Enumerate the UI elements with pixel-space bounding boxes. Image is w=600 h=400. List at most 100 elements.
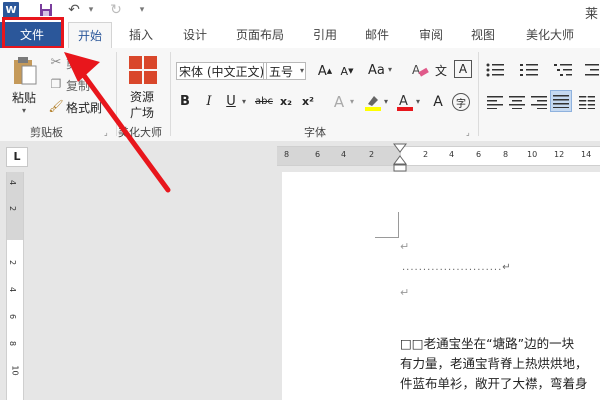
ruler-tick: 2	[369, 150, 375, 159]
tab-insert[interactable]: 插入	[126, 22, 156, 48]
superscript-button[interactable]: x²	[300, 92, 316, 112]
beautify-group-label: 美化大师	[118, 126, 162, 139]
ruler-tick: 2	[8, 205, 18, 212]
tab-selector-button[interactable]: L	[6, 147, 28, 167]
font-color-icon[interactable]: A	[396, 92, 414, 112]
copy-icon[interactable]: ❐	[48, 76, 64, 92]
align-center-icon[interactable]	[506, 92, 528, 112]
text-effects-dropdown-icon[interactable]: ▾	[348, 92, 356, 112]
tab-mailings[interactable]: 邮件	[362, 22, 392, 48]
font-name-select[interactable]: 宋体 (中文正文)	[176, 62, 264, 80]
clipboard-launcher-icon[interactable]: ⌟	[104, 128, 108, 137]
font-size-dropdown-icon[interactable]: ▾	[296, 62, 308, 80]
ruler-tick: 6	[476, 150, 482, 159]
ruler-tick: 10	[10, 365, 20, 376]
tab-page-layout[interactable]: 页面布局	[232, 22, 288, 48]
paste-dropdown-icon[interactable]: ▾	[22, 106, 26, 115]
bold-button[interactable]: B	[178, 92, 192, 112]
ruler-tick: 8	[503, 150, 509, 159]
body-text-line[interactable]: 件蓝布单衫，敞开了大襟，弯着身	[400, 373, 588, 392]
svg-text:A: A	[399, 94, 408, 109]
tab-review[interactable]: 审阅	[416, 22, 446, 48]
indent-marker-icon[interactable]	[393, 143, 407, 173]
clear-format-icon[interactable]: A	[410, 60, 430, 80]
undo-icon[interactable]: ↶	[66, 2, 82, 18]
cut-icon[interactable]: ✂	[48, 54, 64, 70]
tab-view[interactable]: 视图	[468, 22, 498, 48]
change-case-dropdown-icon[interactable]: ▾	[388, 65, 392, 74]
format-painter-button[interactable]: 格式刷	[66, 99, 102, 116]
copy-button[interactable]: 复制	[66, 77, 90, 94]
underline-dropdown-icon[interactable]: ▾	[240, 92, 248, 112]
crop-mark	[398, 212, 399, 238]
word-app-icon[interactable]: W	[3, 2, 19, 18]
ruler-tick: 8	[284, 150, 290, 159]
distributed-align-icon[interactable]	[576, 92, 598, 112]
horizontal-ruler[interactable]: 8 6 4 2 2 4 6 8 10 12 14	[277, 146, 600, 166]
justify-icon[interactable]	[550, 90, 572, 112]
ruler-margin	[277, 147, 401, 165]
ruler-tick: 12	[554, 150, 565, 159]
title-bar: W ↶ ▾ ↻ ▾ 莱	[0, 0, 600, 22]
quick-access-more-icon[interactable]: ▾	[137, 2, 147, 18]
save-icon[interactable]	[38, 2, 54, 18]
subscript-button[interactable]: x₂	[278, 92, 294, 112]
phonetic-guide-button[interactable]: 文	[432, 60, 450, 80]
multilevel-list-icon[interactable]	[552, 60, 576, 80]
font-color-dropdown-icon[interactable]: ▾	[414, 92, 422, 112]
paste-button[interactable]: 粘贴	[12, 89, 36, 106]
text-effects-icon[interactable]: A	[330, 92, 348, 112]
ruler-tick: 14	[581, 150, 592, 159]
font-launcher-icon[interactable]: ⌟	[466, 128, 470, 137]
redo-icon[interactable]: ↻	[108, 2, 124, 18]
ruler-tick: 4	[449, 150, 455, 159]
char-shading-icon[interactable]: A	[430, 92, 446, 112]
undo-dropdown-icon[interactable]: ▾	[86, 2, 96, 18]
ruler-tick: 4	[341, 150, 347, 159]
tab-beautify-master[interactable]: 美化大师	[520, 22, 580, 48]
paragraph-mark: ↵	[400, 240, 410, 253]
group-separator	[478, 52, 479, 136]
group-separator	[170, 52, 171, 136]
dotted-line: ........................↵	[402, 262, 512, 273]
highlight-dropdown-icon[interactable]: ▾	[382, 92, 390, 112]
ruler-tick: 2	[423, 150, 429, 159]
align-right-icon[interactable]	[528, 92, 550, 112]
shrink-font-icon[interactable]: A ▼	[338, 62, 356, 80]
body-text-line[interactable]: 有力量，老通宝背脊上热烘烘地，	[400, 353, 588, 372]
strikethrough-button[interactable]: abc	[254, 92, 274, 112]
ruler-tick: 6	[315, 150, 321, 159]
tab-references[interactable]: 引用	[310, 22, 340, 48]
format-painter-icon[interactable]: 🖌	[48, 98, 64, 114]
bullets-icon[interactable]	[484, 60, 508, 80]
ruler-tick: 4	[8, 286, 18, 293]
ribbon-home: 粘贴 ▾ ✂ 剪切 ❐ 复制 🖌 格式刷 剪贴板 ⌟ 资源 广场 美化大师 宋体…	[0, 48, 600, 142]
font-group-label: 字体	[304, 126, 326, 139]
char-border-button[interactable]: A	[454, 60, 472, 78]
highlight-color-icon[interactable]	[364, 92, 382, 112]
ruler-tick: 4	[8, 179, 18, 186]
decrease-indent-icon[interactable]	[584, 60, 600, 80]
paste-icon[interactable]	[12, 56, 38, 88]
plaza-label[interactable]: 广场	[130, 104, 154, 121]
cut-button[interactable]: 剪切	[66, 55, 90, 72]
vertical-ruler[interactable]: 4 2 2 4 6 8 10	[6, 172, 24, 400]
clipboard-group-label: 剪贴板	[30, 126, 63, 139]
enclose-char-button[interactable]: 字	[452, 93, 470, 111]
grow-font-icon[interactable]: A ▲	[316, 62, 334, 80]
ribbon-tabs: 文件 开始 插入 设计 页面布局 引用 邮件 审阅 视图 美化大师	[0, 22, 600, 49]
numbering-icon[interactable]	[518, 60, 542, 80]
ruler-tick: 2	[8, 259, 18, 266]
paragraph-mark: ↵	[400, 286, 410, 299]
window-title: 莱	[584, 7, 598, 22]
group-separator	[116, 52, 117, 136]
tab-design[interactable]: 设计	[180, 22, 210, 48]
underline-button[interactable]: U	[224, 92, 238, 112]
italic-button[interactable]: I	[202, 92, 216, 112]
change-case-button[interactable]: Aa	[368, 63, 385, 78]
tab-home[interactable]: 开始	[68, 22, 112, 49]
align-left-icon[interactable]	[484, 92, 506, 112]
resource-plaza-icon[interactable]	[129, 56, 157, 84]
body-text-line[interactable]: □□老通宝坐在“塘路”边的一块	[400, 333, 574, 352]
resource-label[interactable]: 资源	[130, 88, 154, 105]
